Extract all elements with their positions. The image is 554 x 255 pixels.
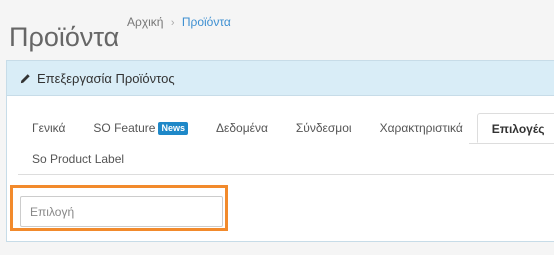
breadcrumb-separator: › [170, 17, 175, 29]
tab-links[interactable]: Σύνδεσμοι [282, 113, 366, 143]
tab-data[interactable]: Δεδομένα [202, 113, 282, 143]
option-input[interactable] [20, 196, 223, 227]
tab-so-product-label[interactable]: So Product Label [18, 144, 138, 174]
page-title: Προϊόντα [9, 22, 120, 53]
tab-so-feature[interactable]: SO Feature News [79, 113, 202, 143]
pencil-icon [20, 73, 31, 84]
panel-heading-title: Επεξεργασία Προϊόντος [37, 70, 175, 86]
tab-options[interactable]: Επιλογές [476, 113, 554, 143]
breadcrumb: Αρχική › Προϊόντα [127, 15, 231, 29]
news-badge: News [158, 122, 188, 135]
breadcrumb-products-link[interactable]: Προϊόντα [182, 15, 231, 29]
tab-general[interactable]: Γενικά [18, 113, 79, 143]
breadcrumb-home-link[interactable]: Αρχική [127, 15, 163, 29]
product-tabs: Γενικά SO Feature News Δεδομένα Σύνδεσμοι… [18, 113, 554, 175]
panel-heading: Επεξεργασία Προϊόντος [7, 61, 554, 96]
tab-attributes[interactable]: Χαρακτηριστικά [366, 113, 477, 143]
